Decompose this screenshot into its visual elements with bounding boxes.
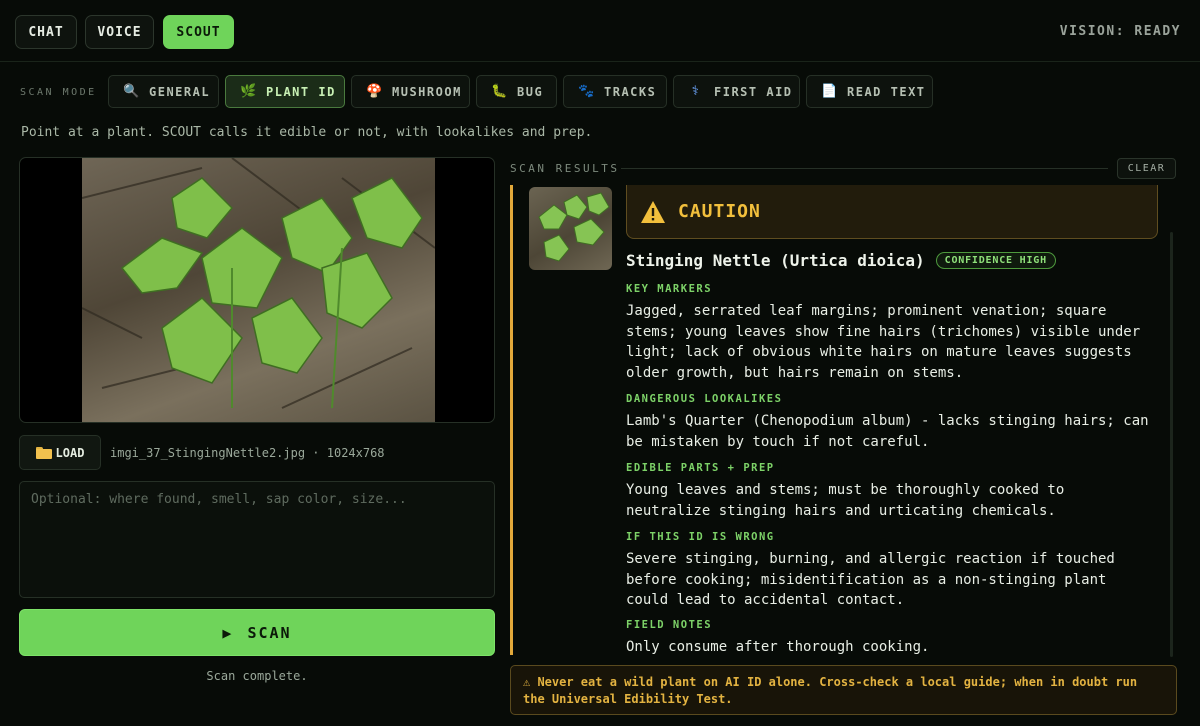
scan-results-label: SCAN RESULTS <box>510 162 620 175</box>
load-label: LOAD <box>55 445 85 460</box>
verdict-banner: CAUTION <box>626 185 1158 239</box>
nettle-thumbnail-image <box>538 192 610 262</box>
section-edible-parts: EDIBLE PARTS + PREP Young leaves and ste… <box>626 462 1156 521</box>
section-body: Severe stinging, burning, and allergic r… <box>626 551 1115 608</box>
mode-label: PLANT ID <box>266 84 336 99</box>
magnifier-icon: 🔍 <box>123 84 141 99</box>
confidence-badge: CONFIDENCE HIGH <box>935 252 1056 269</box>
section-body: Young leaves and stems; must be thorough… <box>626 482 1065 519</box>
mode-plant-id-button[interactable]: 🌿 PLANT ID <box>225 75 345 108</box>
warning-icon <box>641 200 665 223</box>
plant-icon: 🌿 <box>240 84 258 99</box>
species-row: Stinging Nettle (Urtica dioica) CONFIDEN… <box>626 251 1056 270</box>
mode-general-button[interactable]: 🔍 GENERAL <box>108 75 219 108</box>
folder-icon <box>35 446 52 459</box>
scan-mode-label: SCAN MODE <box>20 87 97 98</box>
mode-bug-button[interactable]: 🐛 BUG <box>476 75 557 108</box>
divider <box>621 168 1108 169</box>
bug-icon: 🐛 <box>491 84 509 99</box>
scan-status: Scan complete. <box>206 669 308 683</box>
mode-label: BUG <box>517 84 544 99</box>
result-card: CAUTION Stinging Nettle (Urtica dioica) … <box>510 185 1174 655</box>
mode-label: MUSHROOM <box>392 84 462 99</box>
document-icon: 📄 <box>821 84 839 99</box>
mode-read-text-button[interactable]: 📄 READ TEXT <box>806 75 933 108</box>
section-heading: FIELD NOTES <box>626 619 713 631</box>
section-key-markers: KEY MARKERS Jagged, serrated leaf margin… <box>626 283 1156 383</box>
mode-hint: Point at a plant. SCOUT calls it edible … <box>21 125 593 140</box>
section-heading: KEY MARKERS <box>626 283 713 295</box>
paw-prints-icon: 🐾 <box>578 84 596 99</box>
section-body: Lamb's Quarter (Chenopodium album) - lac… <box>626 413 1149 450</box>
result-thumbnail <box>529 187 612 270</box>
mode-mushroom-button[interactable]: 🍄 MUSHROOM <box>351 75 470 108</box>
section-if-wrong: IF THIS ID IS WRONG Severe stinging, bur… <box>626 531 1156 611</box>
scan-button[interactable]: ▶ SCAN <box>19 609 495 656</box>
load-image-button[interactable]: LOAD <box>19 435 101 470</box>
mode-first-aid-button[interactable]: ⚕ FIRST AID <box>673 75 800 108</box>
tab-voice[interactable]: VOICE <box>85 15 154 49</box>
mode-label: FIRST AID <box>714 84 793 99</box>
section-body: Jagged, serrated leaf margins; prominent… <box>626 303 1141 381</box>
species-name: Stinging Nettle (Urtica dioica) <box>626 251 925 270</box>
mode-tracks-button[interactable]: 🐾 TRACKS <box>563 75 667 108</box>
results-scrollbar[interactable] <box>1170 232 1173 657</box>
section-heading: IF THIS ID IS WRONG <box>626 531 775 543</box>
tab-scout[interactable]: SCOUT <box>163 15 234 49</box>
mushroom-icon: 🍄 <box>366 84 384 99</box>
mode-label: GENERAL <box>149 84 211 99</box>
scan-label: SCAN <box>247 623 292 642</box>
section-body: Only consume after thorough cooking. <box>626 639 930 655</box>
play-icon: ▶ <box>222 623 234 642</box>
plant-photo <box>81 158 436 422</box>
section-field-notes: FIELD NOTES Only consume after thorough … <box>626 619 1156 655</box>
mode-label: READ TEXT <box>847 84 926 99</box>
image-preview-panel[interactable] <box>19 157 495 423</box>
notes-textarea[interactable] <box>19 481 495 598</box>
verdict-label: CAUTION <box>678 201 761 222</box>
tab-chat[interactable]: CHAT <box>15 15 77 49</box>
top-bar: CHAT VOICE SCOUT VISION: READY <box>0 0 1200 62</box>
safety-warning: ⚠ Never eat a wild plant on AI ID alone.… <box>510 665 1177 715</box>
vision-status: VISION: READY <box>1059 24 1181 39</box>
mode-label: TRACKS <box>604 84 657 99</box>
medical-icon: ⚕ <box>691 84 701 99</box>
section-heading: EDIBLE PARTS + PREP <box>626 462 775 474</box>
nettle-plant-image <box>81 158 436 409</box>
file-info: imgi_37_StingingNettle2.jpg · 1024x768 <box>110 446 385 460</box>
section-heading: DANGEROUS LOOKALIKES <box>626 393 783 405</box>
section-dangerous-lookalikes: DANGEROUS LOOKALIKES Lamb's Quarter (Che… <box>626 393 1156 452</box>
clear-button[interactable]: CLEAR <box>1117 158 1176 179</box>
